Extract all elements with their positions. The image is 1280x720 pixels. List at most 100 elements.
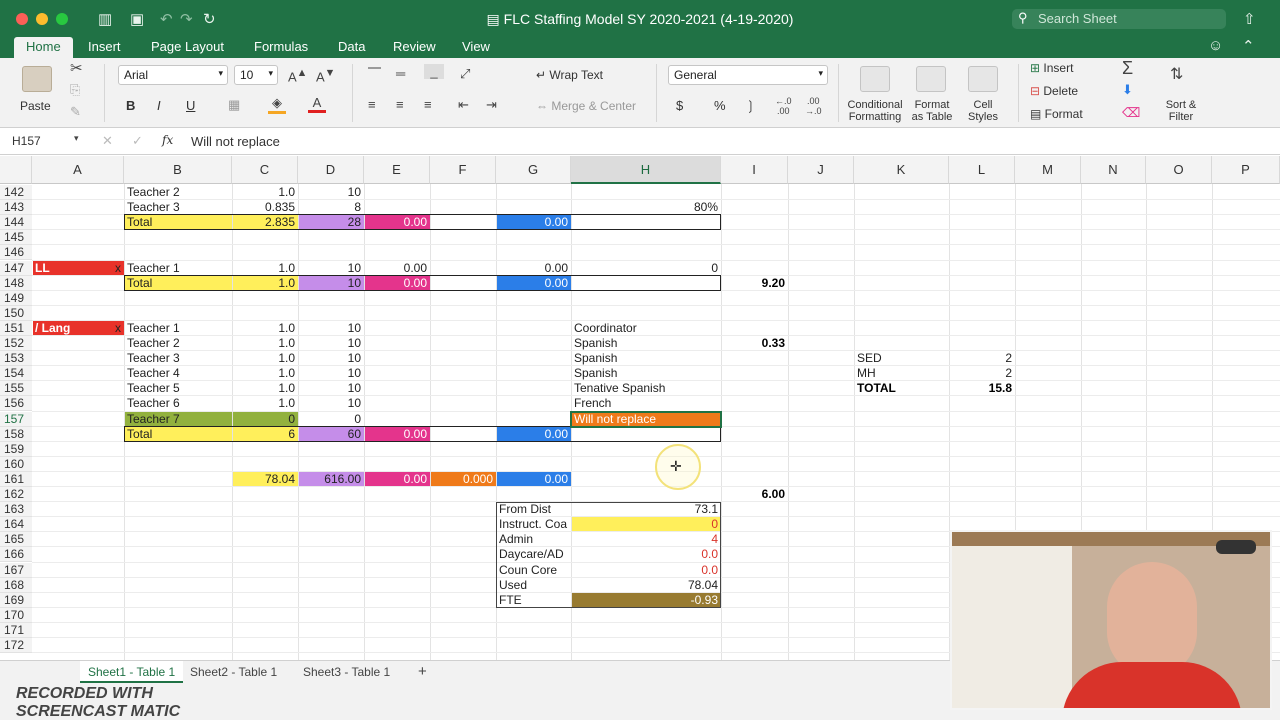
cell-i152[interactable]: 0.33 [721, 336, 788, 351]
column-header-o[interactable]: O [1146, 156, 1212, 184]
decrease-decimal-icon[interactable]: .00 →.0 [805, 96, 822, 116]
row-header-160[interactable]: 160 [0, 456, 32, 472]
cell-c161[interactable]: 78.04 [232, 472, 298, 487]
cell-d154[interactable]: 10 [298, 366, 364, 381]
row-header-144[interactable]: 144 [0, 215, 32, 231]
percent-button[interactable]: % [714, 98, 726, 113]
row-header-169[interactable]: 169 [0, 592, 32, 608]
select-all-corner[interactable] [0, 156, 32, 184]
row-header-163[interactable]: 163 [0, 502, 32, 518]
align-right-icon[interactable]: ≡ [424, 97, 432, 112]
cell-c142[interactable]: 1.0 [232, 185, 298, 200]
row-header-156[interactable]: 156 [0, 396, 32, 412]
cell-h153[interactable]: Spanish [571, 351, 721, 366]
tab-review[interactable]: Review [381, 37, 448, 58]
delete-cells-button[interactable]: ⊟ Delete [1030, 84, 1078, 98]
sort-filter-button[interactable]: Sort & Filter [1160, 99, 1202, 123]
paste-button[interactable]: Paste [20, 99, 51, 113]
cell-d142[interactable]: 10 [298, 185, 364, 200]
format-cells-button[interactable]: ▤ Format [1030, 107, 1083, 121]
tab-page-layout[interactable]: Page Layout [139, 37, 236, 58]
increase-decimal-icon[interactable]: ←.0.00 [775, 96, 792, 116]
column-header-k[interactable]: K [854, 156, 949, 184]
cell-b156[interactable]: Teacher 6 [124, 396, 232, 411]
cell-d148[interactable]: 10 [298, 276, 364, 291]
cell-b151[interactable]: Teacher 1 [124, 321, 232, 336]
format-as-table-button[interactable]: Format as Table [908, 99, 956, 123]
cell-d143[interactable]: 8 [298, 200, 364, 215]
cell-e158[interactable]: 0.00 [364, 427, 430, 442]
cell-h155[interactable]: Tenative Spanish [571, 381, 761, 396]
cell-b155[interactable]: Teacher 5 [124, 381, 232, 396]
autosum-icon[interactable]: Σ [1122, 58, 1133, 79]
cell-l153[interactable]: 2 [949, 351, 1015, 366]
align-top-icon[interactable]: ⎺ [368, 66, 381, 82]
cell-g161[interactable]: 0.00 [496, 472, 571, 487]
cell-e147[interactable]: 0.00 [364, 261, 430, 276]
cell-h151[interactable]: Coordinator [571, 321, 721, 336]
column-header-d[interactable]: D [298, 156, 364, 184]
cell-d153[interactable]: 10 [298, 351, 364, 366]
sheet-tab-2[interactable]: Sheet2 - Table 1 [182, 661, 285, 683]
cell-g169[interactable]: FTE [496, 593, 571, 608]
comma-style-icon[interactable]: ❳ [745, 98, 756, 114]
row-header-157[interactable]: 157 [0, 411, 32, 427]
cell-a151-marker[interactable]: x [32, 321, 124, 336]
clear-icon[interactable]: ⌫ [1122, 105, 1140, 121]
cell-c144[interactable]: 2.835 [232, 215, 298, 230]
cell-d157[interactable]: 0 [298, 412, 364, 427]
cell-g158[interactable]: 0.00 [496, 427, 571, 442]
cell-c148[interactable]: 1.0 [232, 276, 298, 291]
cell-c157[interactable]: 0 [232, 412, 298, 427]
row-header-143[interactable]: 143 [0, 200, 32, 216]
column-header-e[interactable]: E [364, 156, 430, 184]
cell-g144[interactable]: 0.00 [496, 215, 571, 230]
decrease-indent-icon[interactable]: ⇤ [458, 97, 469, 113]
row-header-159[interactable]: 159 [0, 441, 32, 457]
cell-c151[interactable]: 1.0 [232, 321, 298, 336]
font-name-select[interactable]: Arial ▾ [118, 65, 228, 85]
align-bottom-icon[interactable]: _ [424, 64, 444, 79]
cell-a147-marker[interactable]: x [32, 261, 124, 276]
cell-h143[interactable]: 80% [571, 200, 721, 215]
cell-d147[interactable]: 10 [298, 261, 364, 276]
tab-home[interactable]: Home [14, 37, 73, 58]
copy-icon[interactable]: ⎘ [70, 82, 80, 98]
enter-icon[interactable]: ✓ [132, 133, 143, 149]
chevron-down-icon[interactable]: ▾ [74, 133, 79, 144]
cell-g147[interactable]: 0.00 [496, 261, 571, 276]
cell-b158[interactable]: Total [124, 427, 232, 442]
cell-g167[interactable]: Coun Core [496, 563, 571, 578]
conditional-formatting-button[interactable]: Conditional Formatting [846, 99, 904, 123]
column-header-p[interactable]: P [1212, 156, 1280, 184]
cell-h166[interactable]: 0.0 [571, 547, 721, 562]
merge-center-button[interactable]: ⇔ Merge & Center [536, 99, 636, 113]
fill-color-icon[interactable]: ◈ [268, 95, 286, 114]
cell-d144[interactable]: 28 [298, 215, 364, 230]
cell-k155[interactable]: TOTAL [854, 381, 949, 396]
collapse-ribbon-icon[interactable]: ⌃ [1242, 37, 1255, 55]
sheet-tab-1[interactable]: Sheet1 - Table 1 [80, 661, 184, 683]
borders-icon[interactable]: ▦ [228, 97, 240, 113]
row-header-168[interactable]: 168 [0, 577, 32, 593]
row-header-152[interactable]: 152 [0, 336, 32, 351]
cell-h147[interactable]: 0 [571, 261, 721, 276]
format-painter-icon[interactable]: ✎ [70, 104, 81, 120]
column-header-g[interactable]: G [496, 156, 571, 184]
insert-cells-button[interactable]: ⊞ Insert [1030, 61, 1073, 75]
row-header-153[interactable]: 153 [0, 351, 32, 367]
cell-g164[interactable]: Instruct. Coa [496, 517, 571, 532]
add-sheet-button[interactable]: + [410, 659, 435, 681]
row-header-154[interactable]: 154 [0, 366, 32, 382]
cell-i148[interactable]: 9.20 [721, 276, 788, 291]
column-header-n[interactable]: N [1081, 156, 1146, 184]
tab-insert[interactable]: Insert [76, 37, 133, 58]
align-center-icon[interactable]: ≡ [396, 97, 404, 112]
bold-button[interactable]: B [126, 98, 135, 113]
column-header-a[interactable]: A [32, 156, 124, 184]
cell-b152[interactable]: Teacher 2 [124, 336, 232, 351]
decrease-font-icon[interactable]: A▼ [316, 67, 335, 84]
cell-d155[interactable]: 10 [298, 381, 364, 396]
cell-b148[interactable]: Total [124, 276, 232, 291]
column-header-c[interactable]: C [232, 156, 298, 184]
